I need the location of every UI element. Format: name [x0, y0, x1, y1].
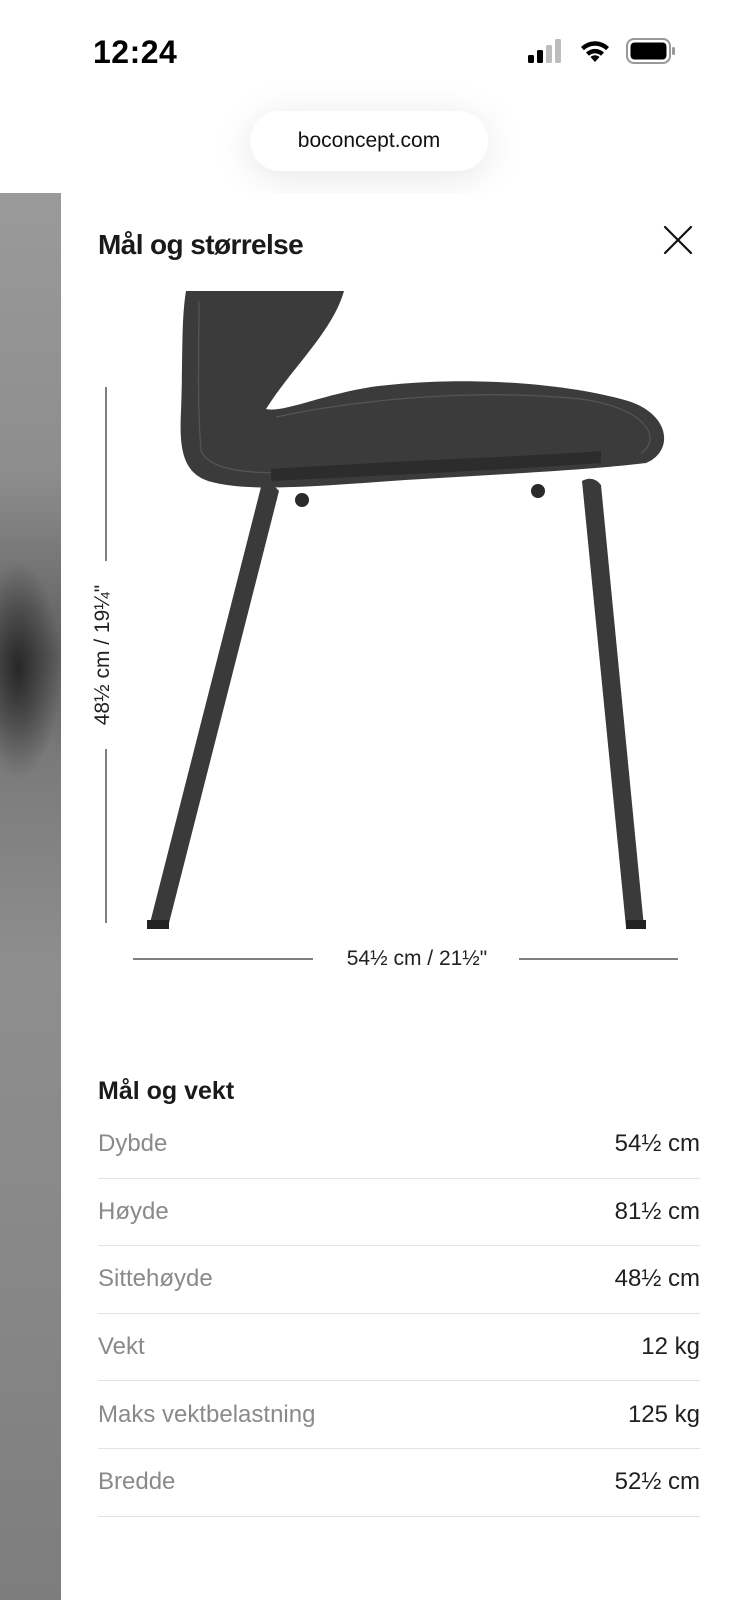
wifi-icon [578, 38, 612, 69]
close-button[interactable] [661, 223, 695, 257]
spec-row: Høyde 81½ cm [98, 1179, 700, 1247]
spec-value: 12 kg [641, 1333, 700, 1361]
spec-value: 48½ cm [614, 1265, 700, 1293]
spec-value: 52½ cm [614, 1468, 700, 1496]
cellular-signal-icon [528, 39, 564, 68]
spec-row: Vekt 12 kg [98, 1314, 700, 1382]
spec-value: 54½ cm [614, 1130, 700, 1158]
spec-value: 81½ cm [614, 1197, 700, 1225]
status-icons [528, 38, 676, 69]
dimension-diagram: 48½ cm / 19¼" 54½ cm / 21½" [61, 291, 738, 991]
battery-icon [626, 38, 676, 69]
close-icon [663, 225, 693, 255]
spec-row: Sittehøyde 48½ cm [98, 1246, 700, 1314]
chair-image [105, 291, 678, 960]
spec-label: Dybde [98, 1130, 168, 1158]
width-dimension-label: 54½ cm / 21½" [336, 947, 498, 971]
spec-row: Maks vektbelastning 125 kg [98, 1381, 700, 1449]
url-text: boconcept.com [297, 129, 441, 152]
screen: 12:24 boconcept.com Mål og størrelse 48½… [0, 0, 738, 1600]
status-bar: 12:24 [0, 0, 738, 100]
url-bar[interactable]: boconcept.com [250, 111, 488, 171]
spec-row: Bredde 52½ cm [98, 1449, 700, 1517]
spec-label: Sittehøyde [98, 1265, 213, 1293]
backdrop-overlay[interactable] [0, 193, 61, 1600]
backdrop-shadow [0, 560, 61, 780]
height-dimension-label: 48½ cm / 19¼" [91, 584, 114, 726]
spec-label: Maks vektbelastning [98, 1400, 316, 1428]
spec-label: Bredde [98, 1468, 176, 1496]
status-time: 12:24 [93, 34, 178, 70]
dimensions-drawer: Mål og størrelse 48½ cm / 19¼" 54½ cm / … [61, 193, 738, 1600]
spec-value: 125 kg [627, 1400, 700, 1428]
specs-heading: Mål og vekt [98, 1077, 235, 1105]
drawer-title: Mål og størrelse [98, 229, 304, 260]
spec-label: Høyde [98, 1197, 169, 1225]
spec-row: Dybde 54½ cm [98, 1111, 700, 1179]
specs-list: Dybde 54½ cm Høyde 81½ cm Sittehøyde 48½… [98, 1111, 700, 1517]
spec-label: Vekt [98, 1333, 145, 1361]
